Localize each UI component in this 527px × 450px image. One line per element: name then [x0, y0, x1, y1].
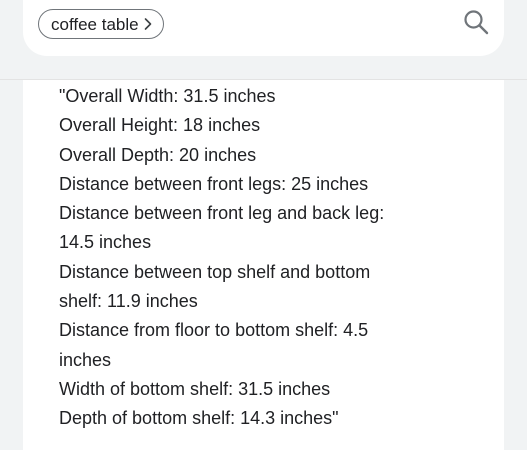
- chevron-right-icon: [143, 17, 153, 31]
- answer-line: Depth of bottom shelf: 14.3 inches": [59, 408, 339, 429]
- search-button[interactable]: [462, 9, 490, 40]
- search-query-label: coffee table: [51, 14, 139, 34]
- answer-line: Distance between top shelf and bottom: [59, 261, 371, 282]
- answer-line: Distance between front leg and back leg:: [59, 203, 385, 224]
- answer-line: Distance between front legs: 25 inches: [59, 173, 369, 194]
- search-query-chip[interactable]: coffee table: [38, 9, 164, 39]
- answer-line: Overall Depth: 20 inches: [59, 144, 257, 165]
- search-header: coffee table: [23, 0, 504, 56]
- answer-line: Overall Height: 18 inches: [59, 115, 261, 136]
- answer-line: "Overall Width: 31.5 inches: [59, 86, 276, 106]
- answer-card: "Overall Width: 31.5 inches Overall Heig…: [23, 80, 504, 450]
- answer-line: 14.5 inches: [59, 232, 152, 253]
- answer-line: inches: [59, 349, 112, 370]
- search-icon: [463, 9, 489, 40]
- answer-line: Distance from floor to bottom shelf: 4.5: [59, 320, 369, 341]
- answer-line: shelf: 11.9 inches: [59, 291, 198, 312]
- answer-line: Width of bottom shelf: 31.5 inches: [59, 378, 331, 399]
